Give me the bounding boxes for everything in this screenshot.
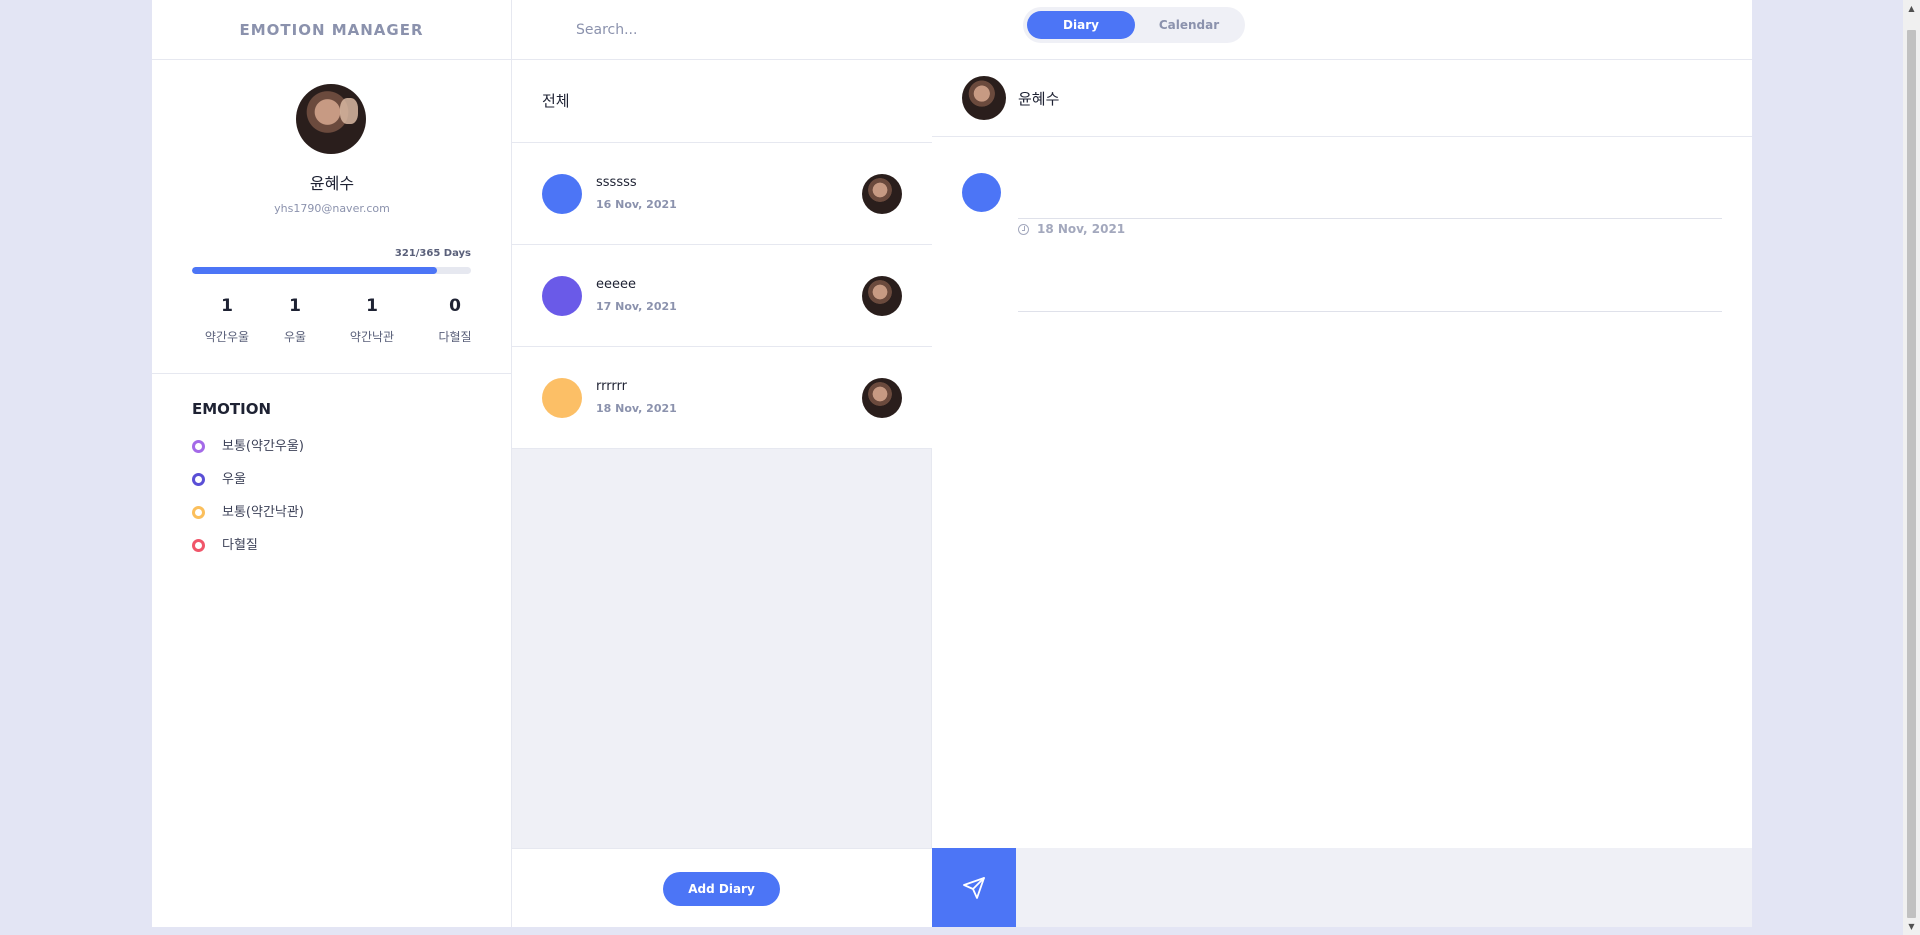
entry-date: 16 Nov, 2021 bbox=[596, 198, 677, 211]
emotion-item[interactable]: 보통(약간낙관) bbox=[192, 496, 472, 529]
circle-icon bbox=[192, 506, 205, 519]
brand-title: EMOTION MANAGER bbox=[152, 0, 512, 60]
list-item[interactable]: rrrrrr 18 Nov, 2021 bbox=[512, 347, 932, 449]
avatar bbox=[296, 84, 366, 154]
stat-mild-depressed: 1 약간우울 bbox=[192, 296, 262, 345]
add-diary-button[interactable]: Add Diary bbox=[663, 872, 780, 906]
scrollbar-thumb[interactable] bbox=[1907, 30, 1916, 918]
scroll-up-icon[interactable]: ▲ bbox=[1903, 0, 1920, 17]
entry-title: ssssss bbox=[596, 175, 637, 190]
stat-value: 1 bbox=[289, 296, 301, 316]
emotion-item[interactable]: 보통(약간우울) bbox=[192, 430, 472, 463]
clock-icon bbox=[1018, 223, 1029, 235]
stat-value: 0 bbox=[449, 296, 461, 316]
send-icon bbox=[963, 876, 985, 899]
entry-date: 17 Nov, 2021 bbox=[596, 300, 677, 313]
page-scrollbar[interactable]: ▲ ▼ bbox=[1903, 0, 1920, 935]
stat-value: 1 bbox=[366, 296, 378, 316]
list-footer: Add Diary bbox=[512, 848, 932, 927]
top-bar: EMOTION MANAGER Diary Calendar bbox=[152, 0, 1752, 60]
progress-fill bbox=[192, 267, 438, 274]
avatar bbox=[862, 174, 902, 214]
app-window: EMOTION MANAGER Diary Calendar 윤혜수 yhs17… bbox=[152, 0, 1752, 927]
emotion-dot bbox=[542, 378, 582, 418]
progress-bar bbox=[192, 267, 471, 274]
emotion-title: EMOTION bbox=[192, 400, 272, 418]
divider bbox=[1018, 311, 1722, 312]
days-counter: 321/365 Days bbox=[394, 248, 471, 259]
profile-name: 윤혜수 bbox=[309, 174, 355, 193]
profile-card: 윤혜수 yhs1790@naver.com 321/365 Days 1 약간우… bbox=[152, 60, 512, 374]
emotion-item[interactable]: 우울 bbox=[192, 463, 472, 496]
list-item[interactable]: ssssss 16 Nov, 2021 bbox=[512, 143, 932, 245]
entry-title: rrrrrr bbox=[596, 379, 627, 394]
search-input[interactable] bbox=[576, 14, 876, 46]
view-toggle: Diary Calendar bbox=[1023, 7, 1245, 43]
scroll-down-icon[interactable]: ▼ bbox=[1903, 918, 1920, 935]
divider bbox=[1018, 218, 1722, 219]
avatar bbox=[862, 276, 902, 316]
entry-date: 18 Nov, 2021 bbox=[596, 402, 677, 415]
emotion-label: 우울 bbox=[222, 472, 246, 487]
emotion-list: 보통(약간우울) 우울 보통(약간낙관) 다혈질 bbox=[192, 430, 472, 562]
emotion-item[interactable]: 다혈질 bbox=[192, 529, 472, 562]
list-item[interactable]: eeeee 17 Nov, 2021 bbox=[512, 245, 932, 347]
tab-diary[interactable]: Diary bbox=[1027, 11, 1135, 39]
stat-label: 우울 bbox=[283, 330, 307, 344]
emotion-dot bbox=[542, 276, 582, 316]
emotion-label: 보통(약간낙관) bbox=[222, 505, 304, 520]
diary-list-panel: 전체 ssssss 16 Nov, 2021 eeeee 17 Nov, 202… bbox=[512, 60, 932, 927]
circle-icon bbox=[192, 440, 205, 453]
stat-depressed: 1 우울 bbox=[260, 296, 330, 345]
profile-email: yhs1790@naver.com bbox=[274, 202, 390, 215]
detail-footer bbox=[932, 848, 1752, 927]
entry-title: eeeee bbox=[596, 277, 636, 292]
author-name: 윤혜수 bbox=[1018, 90, 1060, 108]
list-filter-label: 전체 bbox=[542, 92, 570, 110]
tab-calendar[interactable]: Calendar bbox=[1135, 11, 1243, 39]
stat-label: 다혈질 bbox=[438, 330, 472, 344]
stat-label: 약간우울 bbox=[204, 330, 250, 344]
sidebar: 윤혜수 yhs1790@naver.com 321/365 Days 1 약간우… bbox=[152, 60, 512, 927]
emotion-stats: 1 약간우울 1 우울 1 약간낙관 0 다혈질 bbox=[192, 296, 472, 356]
avatar bbox=[862, 378, 902, 418]
stat-label: 약간낙관 bbox=[349, 330, 395, 344]
circle-icon bbox=[192, 473, 205, 486]
emotion-legend: EMOTION 보통(약간우울) 우울 보통(약간낙관) 다혈질 bbox=[192, 400, 472, 562]
emotion-label: 보통(약간우울) bbox=[222, 439, 304, 454]
emotion-dot bbox=[542, 174, 582, 214]
diary-detail-panel: 윤혜수 18 Nov, 2021 bbox=[932, 60, 1752, 927]
avatar bbox=[962, 76, 1006, 120]
list-header: 전체 bbox=[512, 60, 932, 143]
emotion-dot bbox=[962, 173, 1001, 212]
detail-date-text: 18 Nov, 2021 bbox=[1037, 222, 1126, 236]
circle-icon bbox=[192, 539, 205, 552]
detail-header: 윤혜수 bbox=[932, 60, 1752, 137]
stat-choleric: 0 다혈질 bbox=[420, 296, 490, 345]
send-button[interactable] bbox=[932, 848, 1016, 927]
stat-mild-optimistic: 1 약간낙관 bbox=[337, 296, 407, 345]
emotion-label: 다혈질 bbox=[222, 538, 258, 553]
detail-date: 18 Nov, 2021 bbox=[1018, 222, 1125, 236]
stat-value: 1 bbox=[221, 296, 233, 316]
